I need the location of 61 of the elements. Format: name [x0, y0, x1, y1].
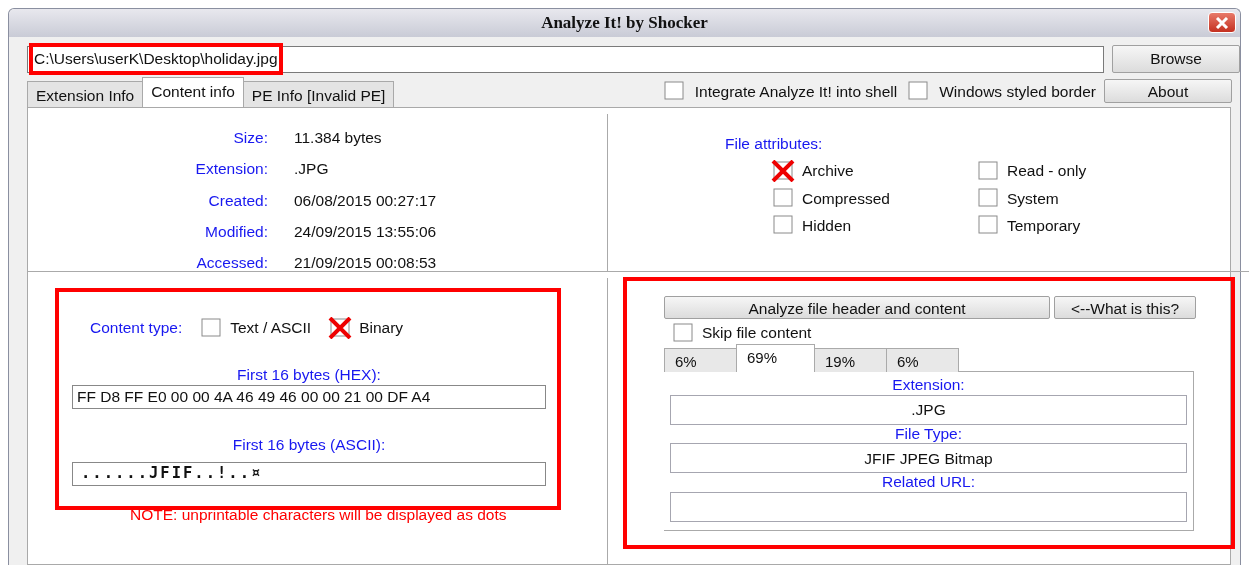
field-label: Related URL: — [881, 473, 975, 491]
attribute-label: Archive — [802, 161, 854, 182]
checkbox[interactable] — [770, 214, 796, 237]
field-label: Size: — [232, 128, 268, 148]
option-label: Binary — [359, 318, 404, 338]
section-label: File attributes: — [725, 134, 824, 154]
tab[interactable]: 6% — [664, 348, 737, 373]
option-label: Windows styled border — [939, 81, 1096, 102]
about-button[interactable]: About — [1104, 79, 1232, 103]
text-field[interactable]: .JPG — [670, 394, 1187, 425]
field-label: Extension: — [892, 376, 965, 394]
field-label: First 16 bytes (HEX): — [237, 366, 381, 384]
field-value: ......JFIF..!..¤ — [80, 463, 263, 485]
text-field[interactable] — [670, 492, 1187, 523]
field-value: 21/09/2015 00:08:53 — [294, 253, 438, 273]
window-title: Analyze It! by Shocker — [541, 12, 708, 35]
checkbox[interactable] — [975, 187, 1001, 210]
help-button[interactable]: <--What is this? — [1054, 296, 1196, 319]
option-label: Skip file content — [702, 323, 812, 343]
tab[interactable]: 6% — [886, 348, 959, 373]
checkbox[interactable] — [975, 214, 1001, 237]
option-label: Integrate Analyze It! into shell — [694, 81, 898, 102]
checkbox[interactable] — [770, 187, 796, 210]
checkbox[interactable] — [670, 321, 696, 344]
field-value: FF D8 FF E0 00 00 4A 46 49 46 00 00 21 00 DF A4 — [76, 386, 431, 407]
tab[interactable]: 69% — [736, 344, 815, 373]
field-label: Content type: — [90, 318, 183, 338]
field-value: .JPG — [911, 400, 946, 421]
text-field[interactable]: ......JFIF..!..¤ — [72, 461, 546, 486]
tab[interactable]: PE Info [Invalid PE] — [242, 81, 395, 107]
checkbox[interactable] — [327, 316, 354, 339]
tab[interactable]: Content info — [142, 77, 244, 107]
field-label: First 16 bytes (ASCII): — [232, 435, 386, 453]
field-value: .JPG — [294, 159, 330, 180]
checkbox[interactable] — [770, 159, 796, 182]
browse-button[interactable]: Browse — [1112, 45, 1240, 73]
path-field[interactable]: C:\Users\userK\Desktop\holiday.jpg — [27, 45, 1104, 73]
field-value: 11.384 bytes — [294, 128, 383, 148]
tab[interactable]: Extension Info — [27, 81, 144, 107]
attribute-label: Compressed — [802, 188, 890, 209]
option-label: Text / ASCII — [230, 318, 312, 338]
close-icon[interactable] — [1208, 12, 1236, 33]
field-value: 06/08/2015 00:27:17 — [294, 190, 438, 211]
field-label: Extension: — [194, 159, 268, 180]
attribute-label: Temporary — [1007, 215, 1081, 236]
analyze-button[interactable]: Analyze file header and content — [664, 296, 1050, 319]
text-field[interactable]: JFIF JPEG Bitmap — [670, 443, 1187, 474]
checkbox[interactable] — [975, 159, 1001, 182]
field-value: JFIF JPEG Bitmap — [864, 448, 993, 469]
note-text: NOTE: unprintable characters will be displayed as dots — [130, 507, 508, 523]
attribute-label: Read - only — [1007, 161, 1087, 182]
field-value: 24/09/2015 13:55:06 — [294, 221, 438, 242]
attribute-label: Hidden — [802, 215, 852, 236]
field-label: Modified: — [204, 221, 268, 242]
field-label: File Type: — [895, 424, 962, 442]
field-label: Created: — [207, 190, 268, 211]
text-field[interactable]: FF D8 FF E0 00 00 4A 46 49 46 00 00 21 00 DF A4 — [72, 384, 546, 409]
field-label: Accessed: — [195, 253, 268, 273]
file-path: C:\Users\userK\Desktop\holiday.jpg — [32, 46, 280, 72]
tab[interactable]: 19% — [814, 348, 887, 373]
attribute-label: System — [1007, 188, 1059, 209]
